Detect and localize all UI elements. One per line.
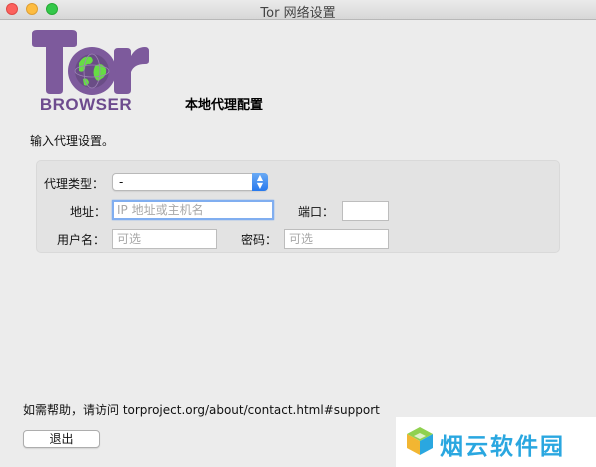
proxy-type-label: 代理类型： [44,177,105,191]
address-input[interactable] [112,200,274,220]
proxy-type-select[interactable]: - ▲ ▼ [112,173,268,191]
password-label: 密码： [241,233,278,247]
quit-button[interactable]: 退出 [23,430,100,448]
intro-text: 输入代理设置。 [30,134,115,148]
watermark: 烟云软件园 [396,417,596,467]
watermark-text: 烟云软件园 [440,434,565,460]
tor-logo-icon [32,30,149,95]
title-bar: Tor 网络设置 [0,0,596,21]
username-label: 用户名： [57,233,106,247]
username-input[interactable] [112,229,217,249]
tor-browser-logo: BROWSER [28,28,154,118]
up-down-chevron-icon: ▲ ▼ [252,173,268,191]
proxy-type-value: - [119,175,124,189]
port-input[interactable] [342,201,389,221]
cube-logo-icon [407,427,433,455]
address-label: 地址： [70,205,107,219]
password-input[interactable] [284,229,389,249]
page-heading: 本地代理配置 [185,98,264,113]
help-text: 如需帮助，请访问 torproject.org/about/contact.ht… [23,403,380,417]
port-label: 端口： [298,205,335,219]
window-title: Tor 网络设置 [260,6,336,21]
logo-text: BROWSER [39,95,133,114]
